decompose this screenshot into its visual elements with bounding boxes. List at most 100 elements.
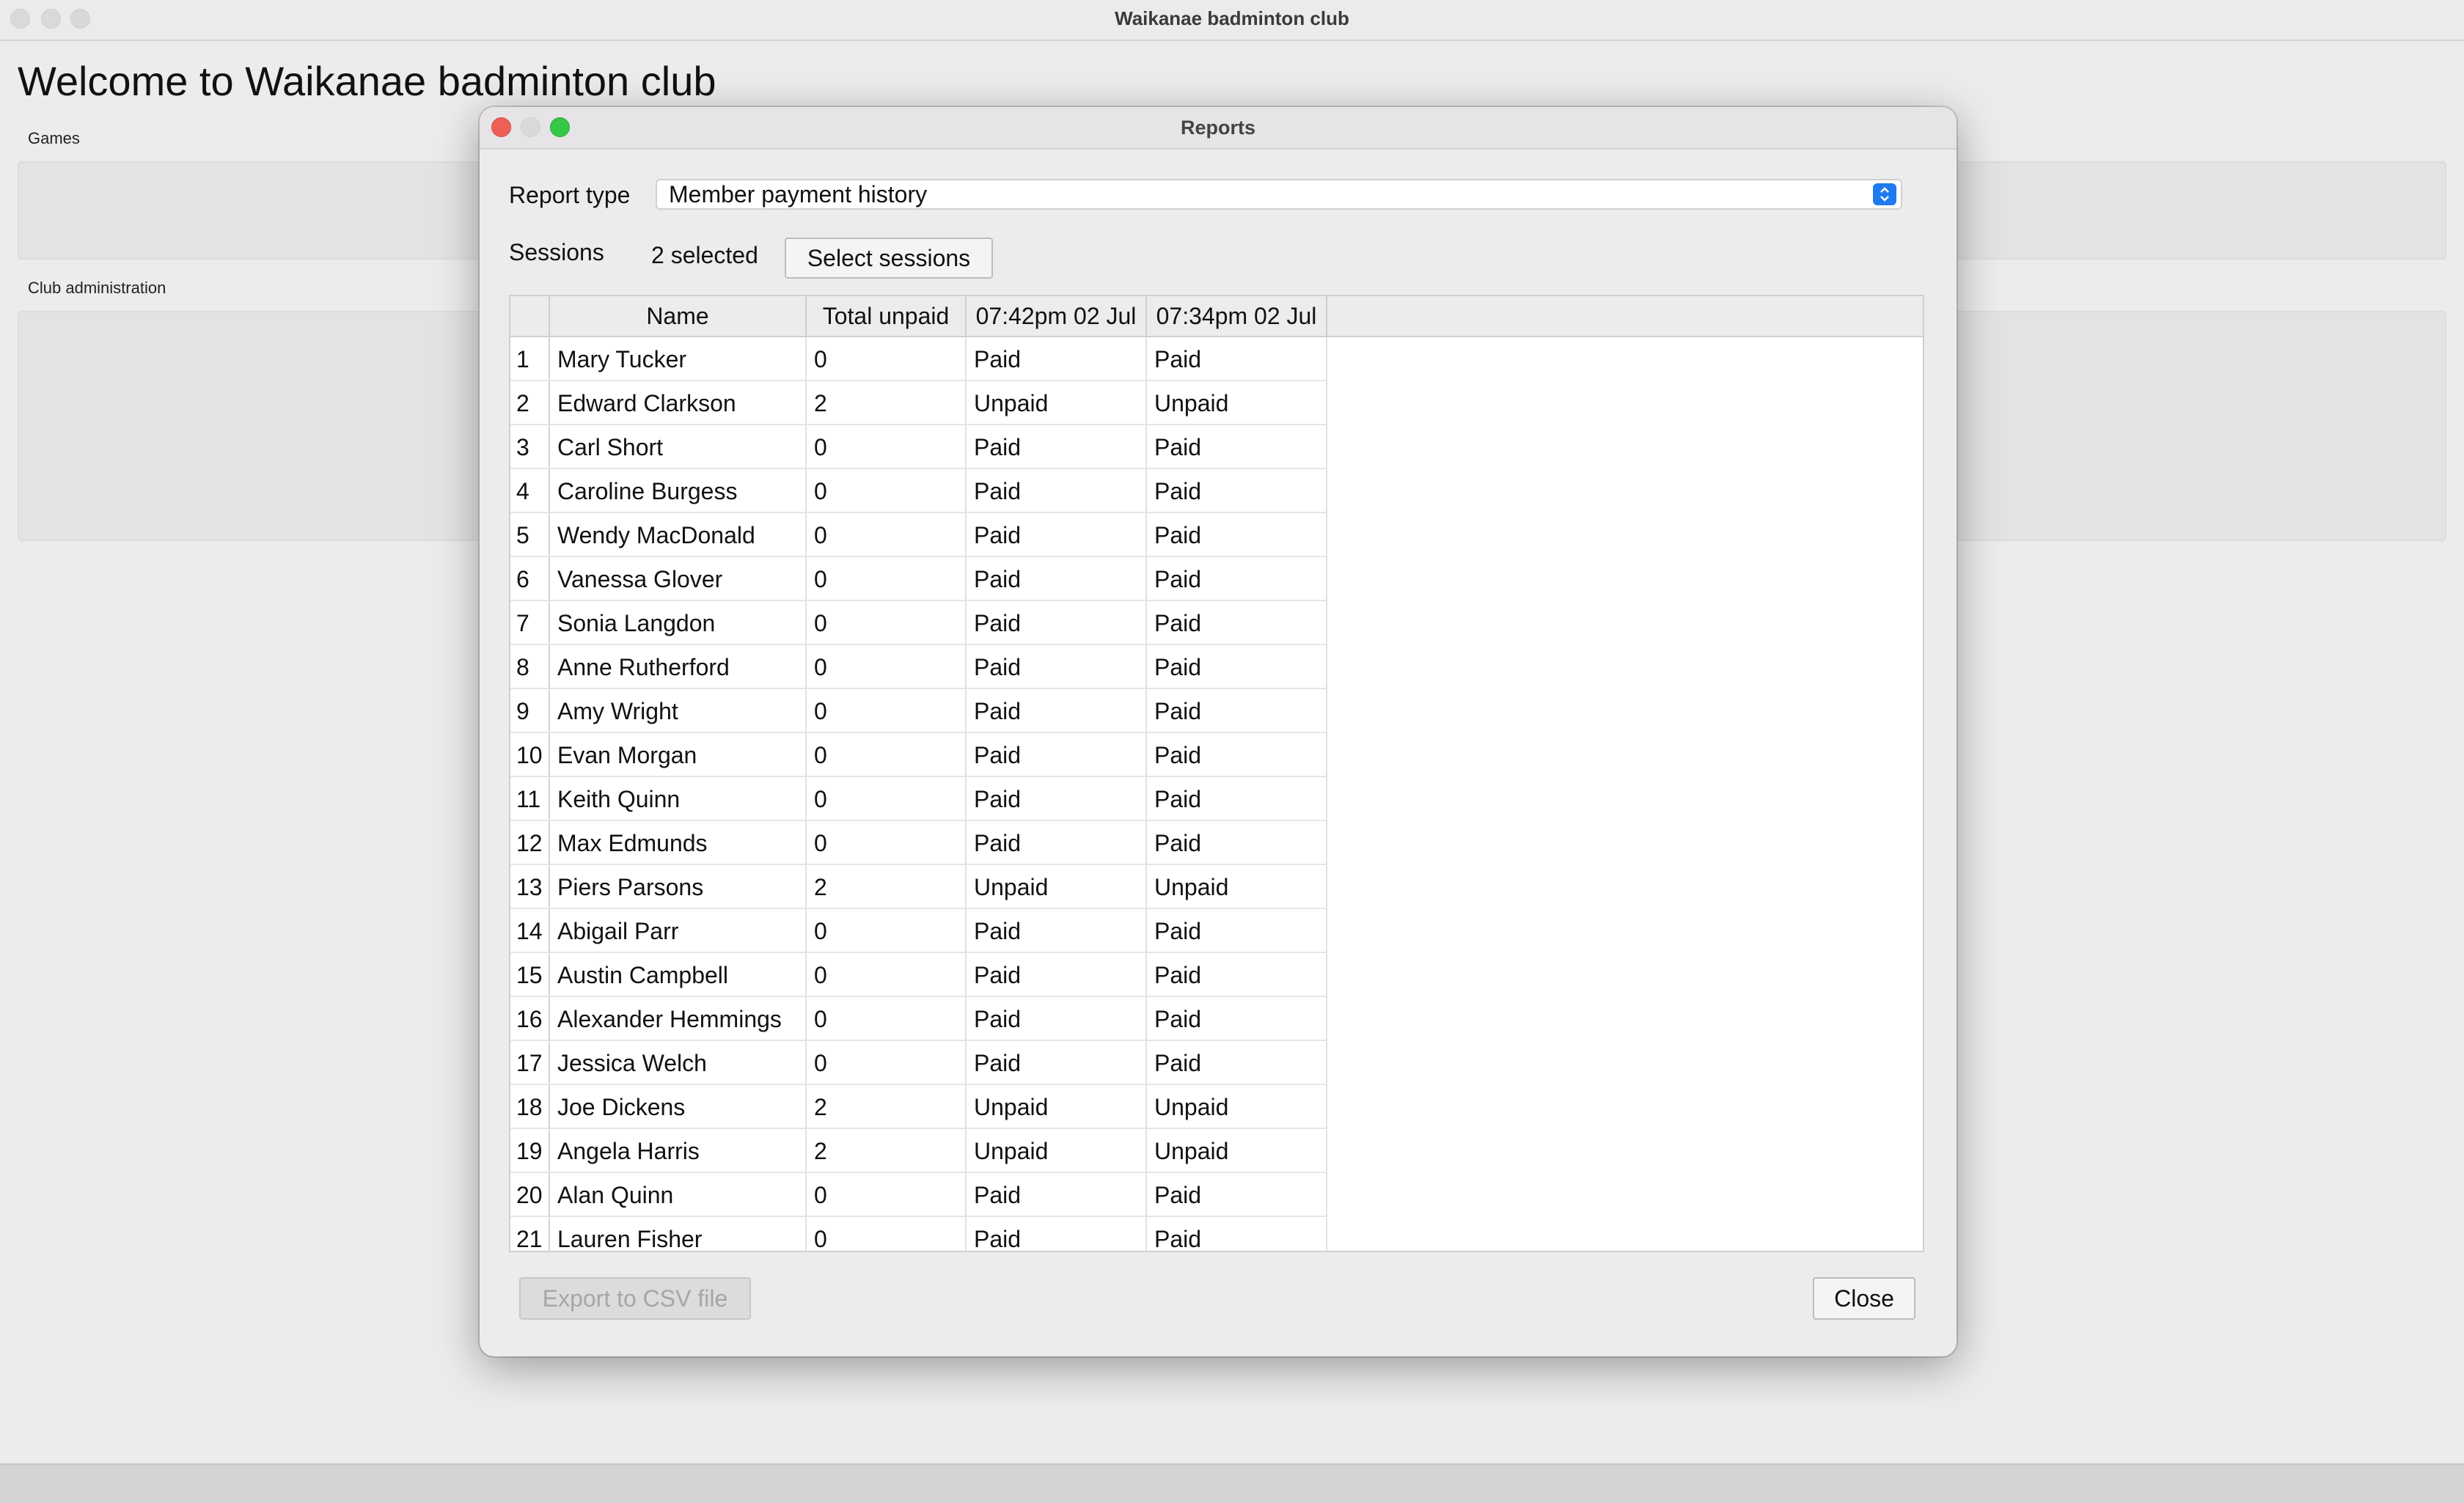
row-index-cell[interactable]: 20: [510, 1173, 550, 1217]
session-1-status-cell[interactable]: Paid: [967, 513, 1147, 557]
session-2-status-cell[interactable]: Paid: [1147, 733, 1327, 777]
total-unpaid-cell[interactable]: 0: [807, 777, 967, 821]
row-index-cell[interactable]: 1: [510, 337, 550, 381]
session-2-status-cell[interactable]: Paid: [1147, 513, 1327, 557]
row-index-cell[interactable]: 4: [510, 469, 550, 513]
total-unpaid-cell[interactable]: 0: [807, 425, 967, 469]
session-2-status-cell[interactable]: Paid: [1147, 1173, 1327, 1217]
table-row[interactable]: 12 Max Edmunds 0 Paid Paid: [510, 821, 1923, 865]
row-index-cell[interactable]: 18: [510, 1085, 550, 1129]
row-index-cell[interactable]: 13: [510, 865, 550, 909]
col-header-total-unpaid[interactable]: Total unpaid: [807, 296, 967, 336]
total-unpaid-cell[interactable]: 0: [807, 953, 967, 997]
session-2-status-cell[interactable]: Paid: [1147, 777, 1327, 821]
row-index-cell[interactable]: 21: [510, 1217, 550, 1251]
name-cell[interactable]: Mary Tucker: [550, 337, 807, 381]
row-index-cell[interactable]: 19: [510, 1129, 550, 1173]
session-2-status-cell[interactable]: Paid: [1147, 557, 1327, 601]
session-2-status-cell[interactable]: Paid: [1147, 1041, 1327, 1085]
session-2-status-cell[interactable]: Paid: [1147, 909, 1327, 953]
row-index-cell[interactable]: 11: [510, 777, 550, 821]
table-row[interactable]: 19 Angela Harris 2 Unpaid Unpaid: [510, 1129, 1923, 1173]
session-1-status-cell[interactable]: Paid: [967, 601, 1147, 645]
session-2-status-cell[interactable]: Paid: [1147, 469, 1327, 513]
table-row[interactable]: 17 Jessica Welch 0 Paid Paid: [510, 1041, 1923, 1085]
row-index-cell[interactable]: 14: [510, 909, 550, 953]
session-1-status-cell[interactable]: Paid: [967, 821, 1147, 865]
table-row[interactable]: 4 Caroline Burgess 0 Paid Paid: [510, 469, 1923, 513]
table-row[interactable]: 7 Sonia Langdon 0 Paid Paid: [510, 601, 1923, 645]
session-1-status-cell[interactable]: Paid: [967, 909, 1147, 953]
session-2-status-cell[interactable]: Unpaid: [1147, 381, 1327, 425]
session-1-status-cell[interactable]: Paid: [967, 777, 1147, 821]
row-index-cell[interactable]: 17: [510, 1041, 550, 1085]
session-1-status-cell[interactable]: Paid: [967, 1173, 1147, 1217]
report-type-select[interactable]: Member payment history: [656, 179, 1902, 210]
session-2-status-cell[interactable]: Paid: [1147, 601, 1327, 645]
total-unpaid-cell[interactable]: 0: [807, 1173, 967, 1217]
col-header-session-2[interactable]: 07:34pm 02 Jul: [1147, 296, 1327, 336]
table-row[interactable]: 8 Anne Rutherford 0 Paid Paid: [510, 645, 1923, 689]
total-unpaid-cell[interactable]: 2: [807, 381, 967, 425]
row-index-cell[interactable]: 10: [510, 733, 550, 777]
table-row[interactable]: 9 Amy Wright 0 Paid Paid: [510, 689, 1923, 733]
name-cell[interactable]: Max Edmunds: [550, 821, 807, 865]
name-cell[interactable]: Lauren Fisher: [550, 1217, 807, 1251]
session-1-status-cell[interactable]: Paid: [967, 1217, 1147, 1251]
session-2-status-cell[interactable]: Paid: [1147, 425, 1327, 469]
table-row[interactable]: 16 Alexander Hemmings 0 Paid Paid: [510, 997, 1923, 1041]
row-index-cell[interactable]: 5: [510, 513, 550, 557]
row-index-cell[interactable]: 12: [510, 821, 550, 865]
total-unpaid-cell[interactable]: 2: [807, 865, 967, 909]
total-unpaid-cell[interactable]: 0: [807, 1041, 967, 1085]
session-2-status-cell[interactable]: Paid: [1147, 337, 1327, 381]
session-1-status-cell[interactable]: Paid: [967, 645, 1147, 689]
session-1-status-cell[interactable]: Paid: [967, 337, 1147, 381]
total-unpaid-cell[interactable]: 0: [807, 997, 967, 1041]
name-cell[interactable]: Caroline Burgess: [550, 469, 807, 513]
total-unpaid-cell[interactable]: 0: [807, 601, 967, 645]
export-csv-button[interactable]: Export to CSV file: [519, 1277, 751, 1320]
session-1-status-cell[interactable]: Unpaid: [967, 1085, 1147, 1129]
table-row[interactable]: 15 Austin Campbell 0 Paid Paid: [510, 953, 1923, 997]
session-1-status-cell[interactable]: Paid: [967, 425, 1147, 469]
session-2-status-cell[interactable]: Paid: [1147, 953, 1327, 997]
total-unpaid-cell[interactable]: 0: [807, 689, 967, 733]
session-2-status-cell[interactable]: Paid: [1147, 821, 1327, 865]
table-row[interactable]: 21 Lauren Fisher 0 Paid Paid: [510, 1217, 1923, 1251]
col-header-session-1[interactable]: 07:42pm 02 Jul: [967, 296, 1147, 336]
session-1-status-cell[interactable]: Paid: [967, 469, 1147, 513]
table-row[interactable]: 11 Keith Quinn 0 Paid Paid: [510, 777, 1923, 821]
name-cell[interactable]: Jessica Welch: [550, 1041, 807, 1085]
name-cell[interactable]: Keith Quinn: [550, 777, 807, 821]
session-2-status-cell[interactable]: Paid: [1147, 1217, 1327, 1251]
row-index-cell[interactable]: 15: [510, 953, 550, 997]
row-index-cell[interactable]: 8: [510, 645, 550, 689]
row-index-cell[interactable]: 16: [510, 997, 550, 1041]
total-unpaid-cell[interactable]: 0: [807, 337, 967, 381]
select-sessions-button[interactable]: Select sessions: [785, 238, 993, 279]
total-unpaid-cell[interactable]: 0: [807, 557, 967, 601]
name-cell[interactable]: Abigail Parr: [550, 909, 807, 953]
session-2-status-cell[interactable]: Paid: [1147, 645, 1327, 689]
session-1-status-cell[interactable]: Paid: [967, 689, 1147, 733]
total-unpaid-cell[interactable]: 2: [807, 1085, 967, 1129]
corner-header[interactable]: [510, 296, 550, 336]
name-cell[interactable]: Wendy MacDonald: [550, 513, 807, 557]
name-cell[interactable]: Angela Harris: [550, 1129, 807, 1173]
table-row[interactable]: 14 Abigail Parr 0 Paid Paid: [510, 909, 1923, 953]
session-2-status-cell[interactable]: Unpaid: [1147, 1085, 1327, 1129]
name-cell[interactable]: Austin Campbell: [550, 953, 807, 997]
session-1-status-cell[interactable]: Paid: [967, 557, 1147, 601]
total-unpaid-cell[interactable]: 2: [807, 1129, 967, 1173]
table-row[interactable]: 5 Wendy MacDonald 0 Paid Paid: [510, 513, 1923, 557]
name-cell[interactable]: Evan Morgan: [550, 733, 807, 777]
session-1-status-cell[interactable]: Unpaid: [967, 865, 1147, 909]
table-row[interactable]: 1 Mary Tucker 0 Paid Paid: [510, 337, 1923, 381]
row-index-cell[interactable]: 9: [510, 689, 550, 733]
name-cell[interactable]: Edward Clarkson: [550, 381, 807, 425]
total-unpaid-cell[interactable]: 0: [807, 469, 967, 513]
session-2-status-cell[interactable]: Paid: [1147, 689, 1327, 733]
total-unpaid-cell[interactable]: 0: [807, 645, 967, 689]
row-index-cell[interactable]: 6: [510, 557, 550, 601]
